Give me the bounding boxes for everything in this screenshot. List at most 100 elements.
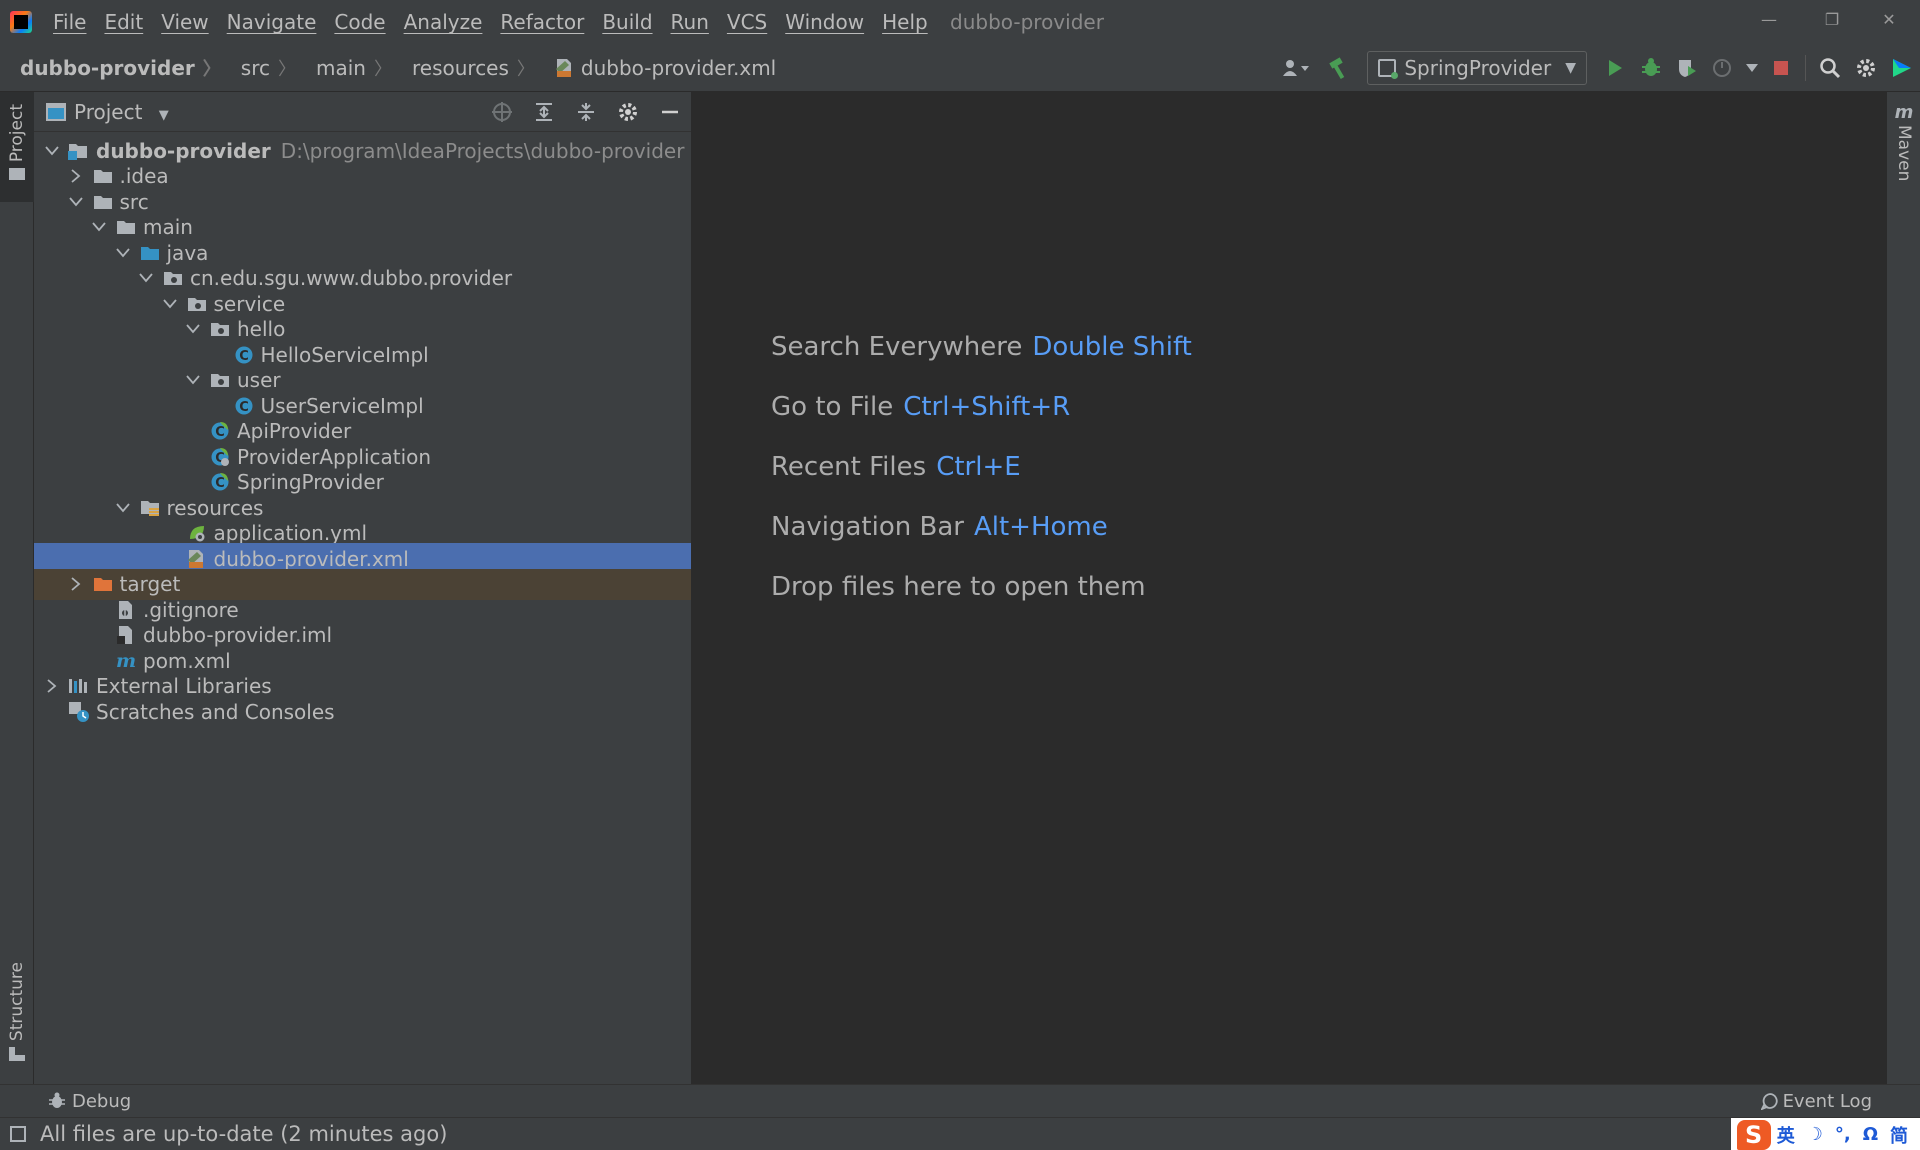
ime-toolbar[interactable]: S 英 ☽ °, Ω 简: [1730, 1118, 1920, 1150]
gitignore-icon: [115, 599, 137, 621]
project-tool-tab[interactable]: Project: [0, 92, 34, 202]
run-with-coverage-icon[interactable]: [1669, 50, 1705, 86]
editor-hint-line: Navigation Bar Alt+Home: [771, 512, 1108, 542]
debug-tool-tab[interactable]: Debug: [48, 1091, 131, 1112]
main-toolbar: SpringProvider ▼: [1271, 44, 1920, 92]
tree-node-label: hello: [237, 317, 286, 341]
tree-node-label: cn.edu.sgu.www.dubbo.provider: [190, 266, 513, 290]
window-title: dubbo-provider: [950, 10, 1104, 34]
search-icon[interactable]: [1812, 50, 1848, 86]
hint-action: Navigation Bar: [771, 512, 964, 542]
close-window-button[interactable]: ✕: [1860, 0, 1918, 38]
menu-view[interactable]: View: [152, 0, 217, 44]
toolbar-divider: [1805, 55, 1806, 81]
build-hammer-icon[interactable]: [1321, 50, 1357, 86]
run-icon[interactable]: [1597, 50, 1633, 86]
module-folder-icon: [68, 140, 90, 162]
chevron-down-icon[interactable]: [185, 372, 201, 388]
run-configuration-label: SpringProvider: [1404, 56, 1552, 80]
svg-text:C: C: [215, 425, 225, 440]
profile-icon[interactable]: [1705, 50, 1741, 86]
editor-area[interactable]: Search Everywhere Double Shift Go to File C…: [693, 92, 1886, 1084]
menu-analyze[interactable]: Analyze: [395, 0, 492, 44]
hint-shortcut: Alt+Home: [973, 512, 1108, 542]
menu-build[interactable]: Build: [593, 0, 661, 44]
maven-icon: m: [115, 650, 137, 672]
package-icon: [209, 369, 231, 391]
chevron-down-icon[interactable]: [44, 143, 60, 159]
chevron-down-icon[interactable]: [162, 296, 178, 312]
menu-help[interactable]: Help: [873, 0, 937, 44]
project-panel-header: Project ▼: [34, 92, 691, 132]
chevron-right-icon[interactable]: [44, 678, 60, 694]
tree-node[interactable]: Scratches and Consoles: [34, 696, 691, 727]
restore-button[interactable]: ❐: [1803, 0, 1861, 38]
menu-vcs[interactable]: VCS: [718, 0, 776, 44]
expand-all-icon[interactable]: [523, 92, 565, 132]
minimize-button[interactable]: —: [1740, 0, 1798, 38]
breadcrumb-item[interactable]: dubbo-provider.xml: [535, 56, 776, 80]
iml-icon: [115, 624, 137, 646]
menu-navigate[interactable]: Navigate: [218, 0, 326, 44]
spring-class-icon: C: [209, 420, 231, 442]
more-run-options-icon[interactable]: [1741, 50, 1763, 86]
menu-window[interactable]: Window: [776, 0, 873, 44]
menu-code[interactable]: Code: [325, 0, 394, 44]
event-log-tool-tab[interactable]: Event Log: [1760, 1091, 1872, 1112]
settings-gear-icon[interactable]: [1848, 50, 1884, 86]
ime-item[interactable]: °,: [1835, 1124, 1851, 1145]
ime-item[interactable]: ☽: [1807, 1124, 1823, 1145]
tree-node-label: resources: [166, 495, 264, 520]
svg-text:C: C: [239, 400, 249, 415]
editor-hint-line: Recent Files Ctrl+E: [771, 452, 1021, 482]
locate-file-icon[interactable]: [481, 92, 523, 132]
chevron-right-icon[interactable]: [68, 168, 84, 184]
breadcrumb-label: dubbo-provider.xml: [580, 55, 777, 80]
spring-class-icon: C: [209, 471, 231, 493]
hide-panel-icon[interactable]: [649, 92, 691, 132]
tree-node-label: dubbo-provider.xml: [213, 546, 409, 571]
user-account-icon[interactable]: [1271, 50, 1321, 86]
folder-icon: [9, 168, 25, 181]
ime-item[interactable]: Ω: [1863, 1124, 1878, 1145]
menu-file[interactable]: File: [44, 0, 95, 44]
chevron-down-icon[interactable]: [91, 219, 107, 235]
excluded-folder-icon: [92, 573, 114, 595]
run-configuration-select[interactable]: SpringProvider ▼: [1367, 51, 1587, 85]
breadcrumb-item[interactable]: main 〉: [296, 55, 392, 81]
chevron-down-icon[interactable]: [68, 194, 84, 210]
collapse-all-icon[interactable]: [565, 92, 607, 132]
project-view-selector[interactable]: Project ▼: [74, 100, 169, 124]
structure-tool-tab[interactable]: Structure: [0, 962, 34, 1072]
status-toggle-icon[interactable]: [10, 1126, 26, 1142]
panel-settings-gear-icon[interactable]: [607, 92, 649, 132]
menu-edit[interactable]: Edit: [95, 0, 152, 44]
breadcrumb-item[interactable]: src 〉: [221, 55, 296, 81]
menu-refactor[interactable]: Refactor: [491, 0, 593, 44]
chevron-down-icon[interactable]: [138, 270, 154, 286]
bottom-tool-window-bar: Debug Event Log: [0, 1084, 1920, 1117]
chevron-right-icon[interactable]: [68, 576, 84, 592]
stop-icon[interactable]: [1763, 50, 1799, 86]
project-panel-tools: [481, 92, 691, 132]
ime-item[interactable]: 简: [1890, 1122, 1908, 1148]
chevron-down-icon[interactable]: [185, 321, 201, 337]
chevron-down-icon[interactable]: [115, 245, 131, 261]
menu-run[interactable]: Run: [662, 0, 718, 44]
resources-folder-icon: [139, 497, 161, 519]
debug-tab-label: Debug: [72, 1090, 132, 1112]
breadcrumb-item[interactable]: resources 〉: [392, 55, 535, 81]
breadcrumb-item[interactable]: dubbo-provider 〉: [0, 55, 221, 81]
tree-node-label: target: [119, 572, 181, 596]
folder-icon: [92, 165, 114, 187]
chevron-down-icon[interactable]: [115, 500, 131, 516]
code-with-me-icon[interactable]: [1884, 50, 1920, 86]
source-folder-icon: [139, 242, 161, 264]
debug-icon[interactable]: [1633, 50, 1669, 86]
maven-tool-tab[interactable]: m Maven: [1887, 102, 1920, 192]
ime-item[interactable]: 英: [1777, 1122, 1795, 1148]
